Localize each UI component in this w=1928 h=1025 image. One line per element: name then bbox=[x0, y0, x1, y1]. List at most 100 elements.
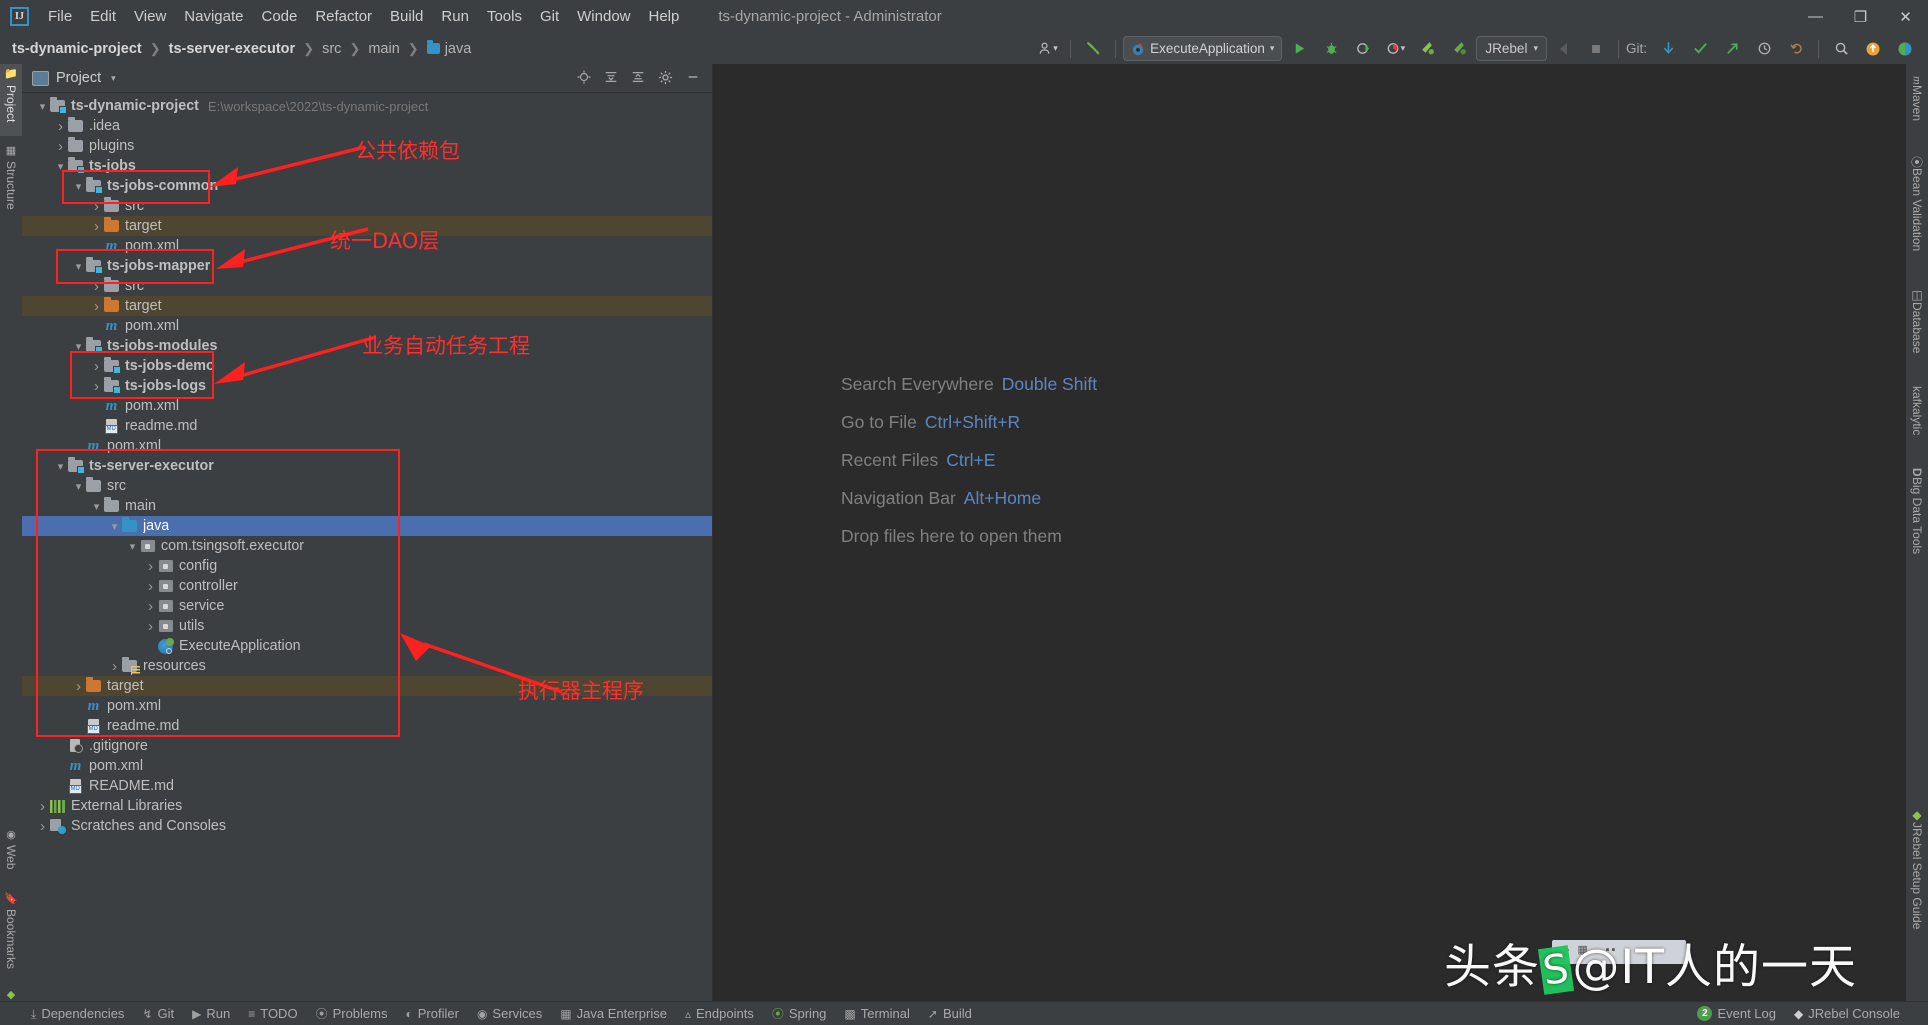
chevron-down-icon[interactable]: ▾ bbox=[72, 340, 85, 353]
status-item-terminal[interactable]: ▩ Terminal bbox=[835, 1006, 918, 1021]
tree-node-external-libraries[interactable]: › External Libraries bbox=[22, 796, 712, 816]
tree-node-config[interactable]: › config bbox=[22, 556, 712, 576]
tree-node-ts-jobs-logs[interactable]: › ts-jobs-logs bbox=[22, 376, 712, 396]
tree-node-src[interactable]: › src bbox=[22, 276, 712, 296]
git-rollback-icon[interactable] bbox=[1781, 37, 1811, 61]
tree-node-java[interactable]: ▾ java bbox=[22, 516, 712, 536]
jrebel-run-button[interactable] bbox=[1412, 37, 1442, 61]
sidebar-item-kafkalytic[interactable]: kafkalytic bbox=[1906, 382, 1928, 456]
breadcrumb-item-main[interactable]: main bbox=[366, 41, 401, 57]
hide-panel-icon[interactable] bbox=[686, 70, 700, 86]
git-update-project-icon[interactable] bbox=[1653, 37, 1683, 61]
sidebar-item-jrebel-setup-guide[interactable]: ◆ JRebel Setup Guide bbox=[1906, 804, 1928, 954]
menu-edit[interactable]: Edit bbox=[81, 5, 125, 28]
menu-view[interactable]: View bbox=[125, 5, 175, 28]
chevron-right-icon[interactable]: › bbox=[144, 618, 157, 635]
tree-node-ts-server-executor[interactable]: ▾ ts-server-executor bbox=[22, 456, 712, 476]
menu-window[interactable]: Window bbox=[568, 5, 639, 28]
chevron-down-icon[interactable]: ▾ bbox=[54, 460, 67, 473]
jrebel-debug-button[interactable] bbox=[1444, 37, 1474, 61]
tree-node-src[interactable]: ▾ src bbox=[22, 476, 712, 496]
notification-icon[interactable] bbox=[1858, 37, 1888, 61]
settings-gear-icon[interactable] bbox=[658, 70, 673, 87]
status-item-todo[interactable]: ≡ TODO bbox=[239, 1006, 306, 1021]
stop-button[interactable] bbox=[1581, 37, 1611, 61]
status-item-git[interactable]: ↯ Git bbox=[133, 1006, 183, 1021]
menu-refactor[interactable]: Refactor bbox=[306, 5, 381, 28]
status-item-spring[interactable]: ⦿ Spring bbox=[763, 1006, 836, 1021]
breadcrumb-item-module[interactable]: ts-server-executor bbox=[167, 41, 298, 57]
chevron-right-icon[interactable]: › bbox=[54, 138, 67, 155]
chevron-right-icon[interactable]: › bbox=[90, 378, 103, 395]
tree-node-main[interactable]: ▾ main bbox=[22, 496, 712, 516]
minimize-button[interactable]: — bbox=[1793, 0, 1838, 33]
menu-tools[interactable]: Tools bbox=[478, 5, 531, 28]
breadcrumb-item-src[interactable]: src bbox=[320, 41, 343, 57]
run-configuration-selector[interactable]: ExecuteApplication ▾ bbox=[1123, 36, 1283, 61]
tree-node-ts-dynamic-project[interactable]: ▾ ts-dynamic-project E:\workspace\2022\ts-… bbox=[22, 96, 712, 116]
profiler-button[interactable]: ▾ bbox=[1380, 37, 1410, 61]
tree-node-ts-jobs-common[interactable]: ▾ ts-jobs-common bbox=[22, 176, 712, 196]
tree-node-pom-xml[interactable]: m pom.xml bbox=[22, 756, 712, 776]
debug-button[interactable] bbox=[1316, 37, 1346, 61]
hammer-icon[interactable] bbox=[1078, 37, 1108, 61]
chevron-down-icon[interactable]: ▾ bbox=[72, 260, 85, 273]
chevron-down-icon[interactable]: ▾ bbox=[54, 160, 67, 173]
breadcrumb-item-project[interactable]: ts-dynamic-project bbox=[10, 41, 144, 57]
chevron-right-icon[interactable]: › bbox=[90, 358, 103, 375]
tree-node-readme-md[interactable]: readme.md bbox=[22, 416, 712, 436]
tree-node-com-tsingsoft-executor[interactable]: ▾ com.tsingsoft.executor bbox=[22, 536, 712, 556]
menu-help[interactable]: Help bbox=[640, 5, 689, 28]
chevron-down-icon[interactable]: ▾ bbox=[36, 100, 49, 113]
chevron-right-icon[interactable]: › bbox=[72, 678, 85, 695]
status-item-run[interactable]: ▶ Run bbox=[183, 1006, 239, 1021]
collapse-all-icon[interactable] bbox=[631, 70, 645, 86]
menu-file[interactable]: File bbox=[39, 5, 81, 28]
chevron-right-icon[interactable]: › bbox=[144, 598, 157, 615]
close-button[interactable]: ✕ bbox=[1883, 0, 1928, 33]
sidebar-item-big-data-tools[interactable]: D Big Data Tools bbox=[1906, 464, 1928, 570]
status-item-endpoints[interactable]: ▵ Endpoints bbox=[676, 1006, 763, 1021]
user-icon[interactable]: ▾ bbox=[1033, 37, 1063, 61]
expand-all-icon[interactable] bbox=[604, 70, 618, 86]
sidebar-item-bookmarks[interactable]: 🔖 Bookmarks bbox=[0, 888, 22, 980]
chevron-down-icon[interactable]: ▾ bbox=[72, 480, 85, 493]
chevron-down-icon[interactable]: ▾ bbox=[126, 540, 139, 553]
tree-node-utils[interactable]: › utils bbox=[22, 616, 712, 636]
sidebar-item-maven[interactable]: m Maven bbox=[1906, 72, 1928, 144]
chevron-right-icon[interactable]: › bbox=[36, 818, 49, 835]
menu-code[interactable]: Code bbox=[252, 5, 306, 28]
tree-node-controller[interactable]: › controller bbox=[22, 576, 712, 596]
tree-node-idea[interactable]: › .idea bbox=[22, 116, 712, 136]
run-with-coverage-button[interactable] bbox=[1348, 37, 1378, 61]
chevron-right-icon[interactable]: › bbox=[36, 798, 49, 815]
status-item-problems[interactable]: ⦿ Problems bbox=[307, 1006, 397, 1021]
sidebar-item-database[interactable]: ◫ Database bbox=[1906, 284, 1928, 374]
tree-node-src[interactable]: › src bbox=[22, 196, 712, 216]
chevron-right-icon[interactable]: › bbox=[144, 558, 157, 575]
breadcrumb-item-java[interactable]: java bbox=[425, 40, 474, 57]
status-item-build[interactable]: ➚ Build bbox=[919, 1006, 981, 1021]
chevron-down-icon[interactable]: ▾ bbox=[108, 520, 121, 533]
tree-node-gitignore[interactable]: .gitignore bbox=[22, 736, 712, 756]
git-history-icon[interactable] bbox=[1749, 37, 1779, 61]
theme-toggle-icon[interactable] bbox=[1890, 37, 1920, 61]
tree-node-resources[interactable]: › resources bbox=[22, 656, 712, 676]
status-item-jrebel-console[interactable]: ◆ JRebel Console bbox=[1785, 1006, 1928, 1021]
status-item-java-enterprise[interactable]: ▦ Java Enterprise bbox=[551, 1006, 676, 1021]
maximize-button[interactable]: ❐ bbox=[1838, 0, 1883, 33]
tree-node-service[interactable]: › service bbox=[22, 596, 712, 616]
jrebel-selector[interactable]: JRebel ▾ bbox=[1476, 36, 1547, 61]
tree-node-ts-jobs-mapper[interactable]: ▾ ts-jobs-mapper bbox=[22, 256, 712, 276]
sidebar-item-structure[interactable]: ▦ Structure bbox=[0, 140, 22, 230]
chevron-right-icon[interactable]: › bbox=[108, 658, 121, 675]
chevron-right-icon[interactable]: › bbox=[54, 118, 67, 135]
menu-run[interactable]: Run bbox=[432, 5, 478, 28]
status-item-profiler[interactable]: ◐ Profiler bbox=[397, 1006, 468, 1021]
tree-node-executeapplication[interactable]: ExecuteApplication bbox=[22, 636, 712, 656]
tree-node-readme-md[interactable]: readme.md bbox=[22, 716, 712, 736]
attach-button[interactable] bbox=[1549, 37, 1579, 61]
chevron-right-icon[interactable]: › bbox=[90, 218, 103, 235]
tree-node-target[interactable]: › target bbox=[22, 296, 712, 316]
sidebar-item-bean-validation[interactable]: ⦿ Bean Validation bbox=[1906, 152, 1928, 276]
